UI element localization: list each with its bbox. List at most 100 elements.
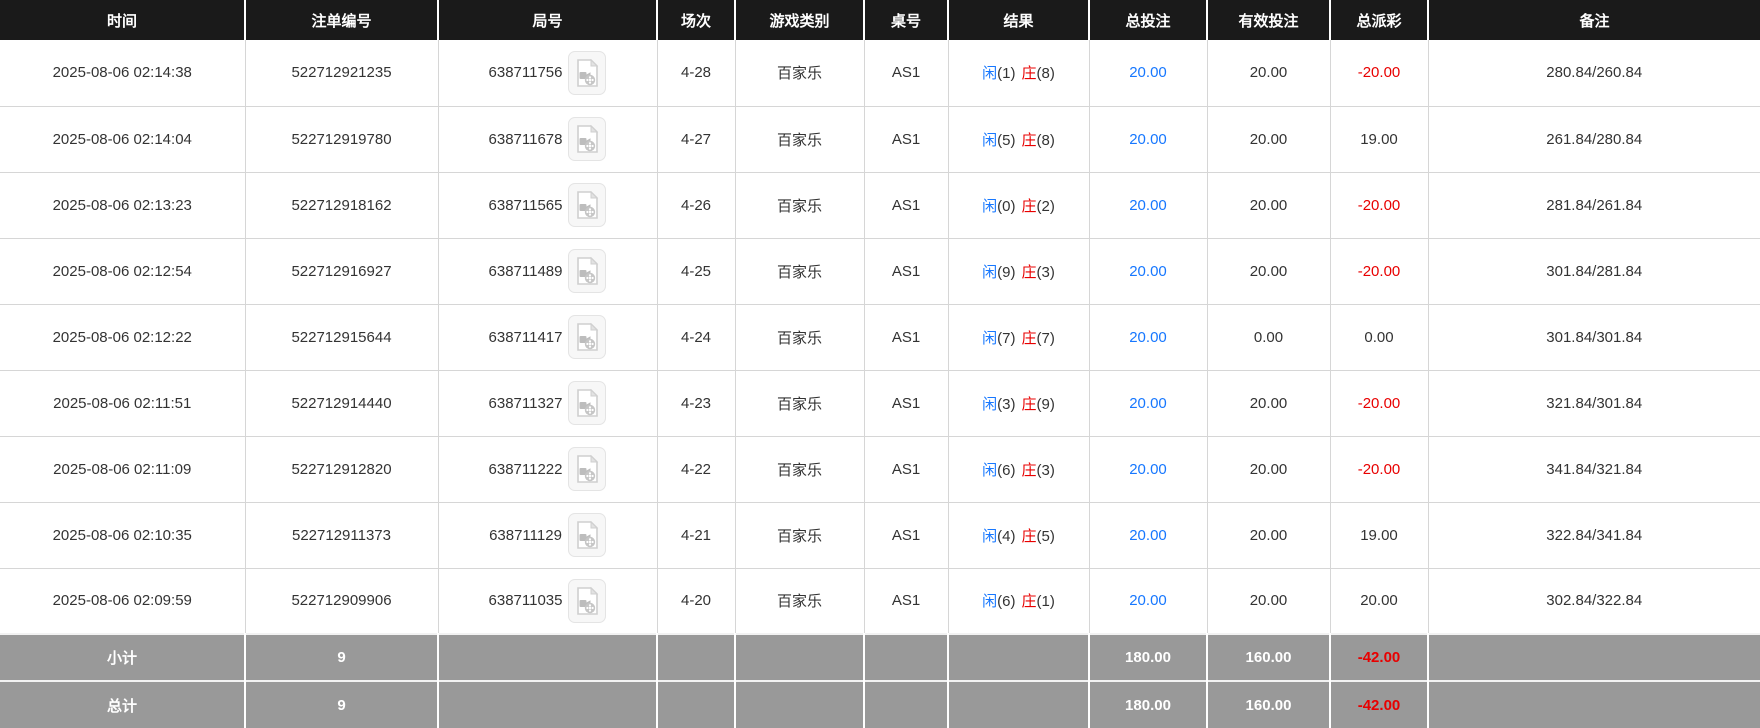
- result-banker-value: (1): [1036, 593, 1055, 611]
- cell-game-type: 百家乐: [735, 436, 865, 503]
- video-file-icon: [577, 191, 599, 219]
- summary-empty: [948, 633, 1090, 681]
- cell-game-type: 百家乐: [735, 40, 865, 107]
- summary-total-payout: -42.00: [1330, 680, 1429, 728]
- cell-result: 闲(3) 庄(9): [948, 370, 1090, 437]
- video-replay-button[interactable]: [568, 249, 607, 293]
- cell-valid-bet: 20.00: [1207, 40, 1331, 107]
- cell-table-no: AS1: [864, 304, 949, 371]
- result-banker-label: 庄: [1021, 527, 1037, 545]
- result-player-value: (5): [997, 131, 1016, 149]
- result-banker-value: (9): [1036, 395, 1055, 413]
- col-header-table-no: 桌号: [864, 0, 949, 40]
- col-header-bet-id: 注单编号: [245, 0, 439, 40]
- result-player-label: 闲: [982, 131, 998, 149]
- video-replay-button[interactable]: [568, 315, 607, 359]
- result-banker-value: (8): [1036, 131, 1055, 149]
- cell-total-payout: -20.00: [1330, 238, 1429, 305]
- summary-total-bet: 180.00: [1089, 633, 1208, 681]
- cell-valid-bet: 20.00: [1207, 502, 1331, 569]
- cell-total-bet: 20.00: [1089, 106, 1208, 173]
- cell-round-id: 638711129: [438, 502, 658, 569]
- cell-session: 4-20: [657, 568, 736, 635]
- cell-game-type: 百家乐: [735, 304, 865, 371]
- cell-bet-id: 522712914440: [245, 370, 439, 437]
- result-player-value: (6): [997, 461, 1016, 479]
- round-id-text: 638711565: [488, 196, 563, 214]
- cell-result: 闲(6) 庄(1): [948, 568, 1090, 635]
- col-header-game-type: 游戏类别: [735, 0, 865, 40]
- cell-session: 4-26: [657, 172, 736, 239]
- cell-time: 2025-08-06 02:13:23: [0, 172, 246, 239]
- summary-empty: [735, 680, 865, 728]
- cell-game-type: 百家乐: [735, 568, 865, 635]
- video-replay-button[interactable]: [568, 381, 607, 425]
- video-replay-button[interactable]: [568, 50, 607, 95]
- cell-bet-id: 522712916927: [245, 238, 439, 305]
- col-header-session: 场次: [657, 0, 736, 40]
- result-player-label: 闲: [982, 197, 998, 215]
- cell-valid-bet: 20.00: [1207, 172, 1331, 239]
- video-file-icon: [577, 455, 599, 483]
- summary-empty: [864, 680, 949, 728]
- cell-total-payout: 20.00: [1330, 568, 1429, 635]
- table-header: 时间 注单编号 局号 场次 游戏类别 桌号 结果 总投注 有效投注 总派彩 备注: [0, 0, 1760, 40]
- cell-game-type: 百家乐: [735, 502, 865, 569]
- result-player-value: (6): [997, 593, 1016, 611]
- cell-round-id: 638711489: [438, 238, 658, 305]
- summary-empty: [864, 633, 949, 681]
- video-replay-button[interactable]: [567, 513, 606, 557]
- video-file-icon: [577, 521, 599, 549]
- cell-session: 4-24: [657, 304, 736, 371]
- cell-session: 4-23: [657, 370, 736, 437]
- result-banker-label: 庄: [1021, 65, 1037, 83]
- video-replay-button[interactable]: [568, 183, 607, 227]
- cell-total-bet: 20.00: [1089, 436, 1208, 503]
- cell-table-no: AS1: [864, 40, 949, 107]
- video-replay-button[interactable]: [568, 117, 607, 161]
- cell-table-no: AS1: [864, 106, 949, 173]
- col-header-remark: 备注: [1428, 0, 1760, 40]
- result-player-value: (9): [997, 263, 1016, 281]
- summary-empty: [438, 680, 658, 728]
- cell-bet-id: 522712909906: [245, 568, 439, 635]
- cell-remark: 280.84/260.84: [1428, 40, 1760, 107]
- video-file-icon: [577, 58, 599, 87]
- col-header-round-id: 局号: [438, 0, 658, 40]
- cell-total-bet: 20.00: [1089, 40, 1208, 107]
- cell-remark: 341.84/321.84: [1428, 436, 1760, 503]
- video-replay-button[interactable]: [568, 447, 607, 491]
- video-file-icon: [577, 125, 599, 153]
- table-row: 2025-08-06 02:13:23 522712918162 6387115…: [0, 172, 1760, 239]
- table-row: 2025-08-06 02:14:38 522712921235 6387117…: [0, 40, 1760, 107]
- cell-result: 闲(4) 庄(5): [948, 502, 1090, 569]
- cell-total-bet: 20.00: [1089, 304, 1208, 371]
- cell-total-bet: 20.00: [1089, 568, 1208, 635]
- cell-valid-bet: 20.00: [1207, 568, 1331, 635]
- video-replay-button[interactable]: [568, 578, 607, 623]
- cell-game-type: 百家乐: [735, 370, 865, 437]
- cell-total-bet: 20.00: [1089, 172, 1208, 239]
- col-header-time: 时间: [0, 0, 246, 40]
- cell-total-payout: 19.00: [1330, 502, 1429, 569]
- result-banker-label: 庄: [1021, 461, 1037, 479]
- table-row: 2025-08-06 02:12:22 522712915644 6387114…: [0, 304, 1760, 371]
- cell-remark: 301.84/281.84: [1428, 238, 1760, 305]
- cell-round-id: 638711678: [438, 106, 658, 173]
- col-header-valid-bet: 有效投注: [1207, 0, 1331, 40]
- summary-empty: [948, 680, 1090, 728]
- cell-session: 4-28: [657, 40, 736, 107]
- summary-empty: [1428, 680, 1760, 728]
- cell-time: 2025-08-06 02:12:22: [0, 304, 246, 371]
- cell-table-no: AS1: [864, 172, 949, 239]
- cell-total-payout: -20.00: [1330, 172, 1429, 239]
- video-file-icon: [577, 323, 599, 351]
- cell-valid-bet: 0.00: [1207, 304, 1331, 371]
- result-banker-value: (2): [1036, 197, 1055, 215]
- round-id-text: 638711327: [488, 394, 563, 412]
- cell-time: 2025-08-06 02:12:54: [0, 238, 246, 305]
- result-banker-label: 庄: [1021, 395, 1037, 413]
- table-row: 2025-08-06 02:11:51 522712914440 6387113…: [0, 370, 1760, 437]
- cell-result: 闲(6) 庄(3): [948, 436, 1090, 503]
- cell-total-payout: -20.00: [1330, 436, 1429, 503]
